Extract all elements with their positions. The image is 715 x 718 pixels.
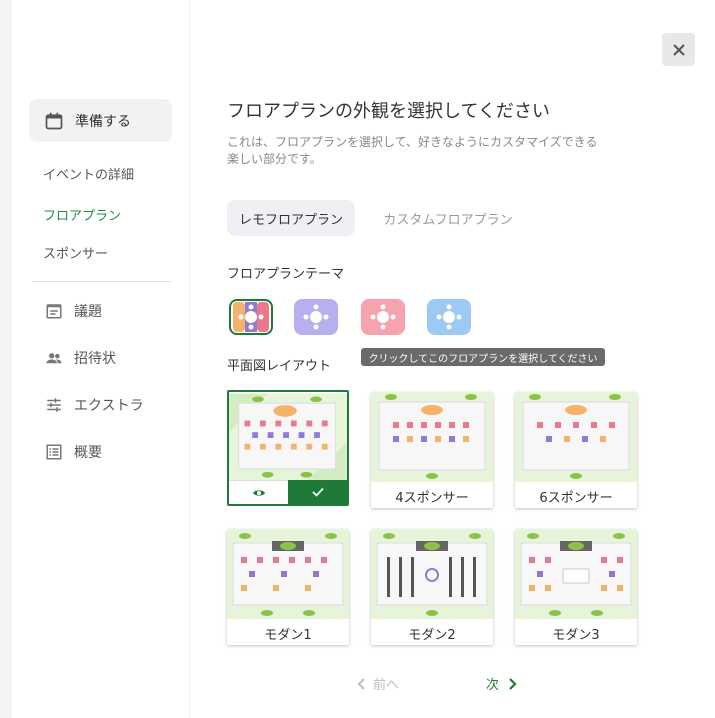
layout-card-caption: モダン2 [408,627,456,643]
calendar-icon [45,112,63,129]
close-icon [672,43,685,56]
floorplan-thumbnail [371,392,493,482]
floorplan-thumbnail [515,392,637,482]
theme-swatch-blue[interactable] [427,299,471,335]
select-button[interactable] [288,480,347,504]
sidebar-item-prepare-label: 準備する [75,113,131,130]
layout-card-4-sponsors[interactable]: 4スポンサー [371,392,493,508]
next-button-label: 次 [486,678,500,693]
floorplan-thumbnail [515,529,637,619]
sidebar-item-extras[interactable]: エクストラ [45,395,144,415]
layout-card-caption: 4スポンサー [395,490,469,506]
layout-card-modern-1[interactable]: モダン1 [227,529,349,645]
prev-button-label: 前へ [373,678,400,693]
sidebar-subitem-floorplan[interactable]: フロアプラン [43,205,121,224]
page-description: これは、フロアプランを選択して、好きなようにカスタマイズできる楽しい部分です。 [227,135,598,166]
multicolor-table-icon [233,302,269,332]
sidebar-subitem-sponsors[interactable]: スポンサー [43,243,108,262]
people-icon [46,353,62,364]
close-button[interactable] [662,33,695,66]
sliders-icon [47,398,61,412]
layout-card-modern-3[interactable]: モダン3 [515,529,637,645]
theme-swatch-multicolor[interactable] [229,299,273,335]
layout-card-caption: モダン1 [264,627,312,643]
chevron-left-icon [357,677,365,690]
layout-card-caption: 6スポンサー [539,490,613,506]
prev-button[interactable]: 前へ [357,674,399,693]
theme-section-label: フロアプランテーマ [227,267,345,282]
sidebar: 準備する イベントの詳細 フロアプラン スポンサー 議題 招待状 エクストラ 概… [12,0,190,718]
sidebar-subitem-event-details[interactable]: イベントの詳細 [43,164,134,183]
table-icon [436,304,462,330]
floorplan-thumbnail [227,529,349,619]
sidebar-item-invitations-label: 招待状 [74,351,116,367]
sidebar-item-summary[interactable]: 概要 [45,442,102,462]
layout-section-label: 平面図レイアウト [227,359,332,374]
table-icon [303,304,329,330]
preview-button[interactable] [229,480,288,504]
chevron-right-icon [509,677,517,690]
layout-card-actions [229,480,347,504]
page-title: フロアプランの外観を選択してください [227,101,550,122]
theme-swatch-lavender[interactable] [294,299,338,335]
sidebar-item-summary-label: 概要 [74,445,102,461]
layout-card-caption: モダン3 [552,627,600,643]
theme-swatch-pink[interactable] [361,299,405,335]
tab-remo-floorplan[interactable]: レモフロアプラン [227,200,355,236]
sidebar-item-extras-label: エクストラ [74,398,144,414]
table-icon [370,304,396,330]
sidebar-divider [32,281,172,282]
floorplan-thumbnail [371,529,493,619]
agenda-icon [46,304,62,319]
sidebar-item-prepare[interactable]: 準備する [29,99,172,142]
list-icon [46,444,62,460]
sidebar-item-agenda[interactable]: 議題 [45,301,102,321]
layout-card-6-sponsors[interactable]: 6スポンサー [515,392,637,508]
tab-custom-floorplan[interactable]: カスタムフロアプラン [374,200,522,236]
check-icon [311,487,324,497]
layout-card-default[interactable] [227,390,349,506]
next-button[interactable]: 次 [486,674,517,693]
sidebar-item-invitations[interactable]: 招待状 [45,348,116,368]
floorplan-thumbnail [229,393,347,481]
sidebar-item-agenda-label: 議題 [74,304,102,320]
eye-icon [252,490,265,496]
layout-card-modern-2[interactable]: モダン2 [371,529,493,645]
left-edge-strip [0,0,12,718]
tooltip: クリックしてこのフロアプランを選択してください [361,348,605,366]
